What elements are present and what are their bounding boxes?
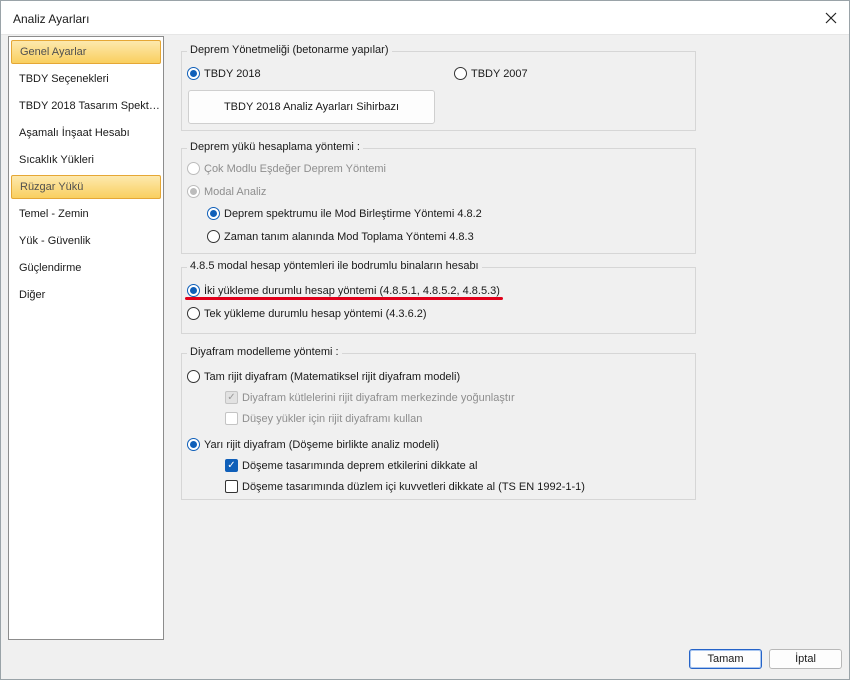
title-bar: Analiz Ayarları [1,1,849,35]
highlight-underline [185,297,503,300]
radio-label: Zaman tanım alanında Mod Toplama Yöntemi… [224,230,474,243]
checkbox-icon [225,480,238,493]
close-button[interactable] [817,5,845,31]
modal-analysis-radio[interactable]: Modal Analiz [187,185,266,198]
lump-mass-checkbox[interactable]: ✓ Diyafram kütlelerini rijit diyafram me… [225,391,515,404]
radio-icon [187,370,200,383]
tbdy-2018-radio[interactable]: TBDY 2018 [187,67,261,80]
radio-label: TBDY 2007 [471,67,528,80]
two-load-case-radio[interactable]: İki yükleme durumlu hesap yöntemi (4.8.5… [187,284,500,297]
sidebar-item-asamali-insaat[interactable]: Aşamalı İnşaat Hesabı [11,121,161,145]
radio-icon [454,67,467,80]
sidebar-item-yuk-guvenlik[interactable]: Yük - Güvenlik [11,229,161,253]
radio-label: Deprem spektrumu ile Mod Birleştirme Yön… [224,207,482,220]
sidebar-item-tbdy-2018-spektrum[interactable]: TBDY 2018 Tasarım Spektrumu [11,94,161,118]
radio-label: Modal Analiz [204,185,267,198]
checkbox-label: Döşeme tasarımında deprem etkilerini dik… [242,459,478,472]
analysis-settings-dialog: Analiz Ayarları Genel Ayarlar TBDY Seçen… [0,0,850,680]
checkmark-icon: ✓ [225,391,238,404]
close-icon [825,12,837,24]
radio-icon [207,230,220,243]
slab-seismic-effects-checkbox[interactable]: ✓ Döşeme tasarımında deprem etkilerini d… [225,459,477,472]
group-title: Deprem Yönetmeliği (betonarme yapılar) [187,44,392,56]
multi-mode-equivalent-radio[interactable]: Çok Modlu Eşdeğer Deprem Yöntemi [187,162,386,175]
single-load-case-radio[interactable]: Tek yükleme durumlu hesap yöntemi (4.3.6… [187,307,427,320]
sidebar-item-tbdy-secenekleri[interactable]: TBDY Seçenekleri [11,67,161,91]
sidebar-item-temel-zemin[interactable]: Temel - Zemin [11,202,161,226]
group-title: Deprem yükü hesaplama yöntemi : [187,141,363,153]
rigid-diaphragm-radio[interactable]: Tam rijit diyafram (Matematiksel rijit d… [187,370,460,383]
radio-icon [187,162,200,175]
tbdy-2007-radio[interactable]: TBDY 2007 [454,67,528,80]
radio-selected-icon [207,207,220,220]
radio-label: Çok Modlu Eşdeğer Deprem Yöntemi [204,162,386,175]
slab-in-plane-forces-checkbox[interactable]: Döşeme tasarımında düzlem içi kuvvetleri… [225,480,585,493]
window-title: Analiz Ayarları [13,12,90,26]
radio-label: Yarı rijit diyafram (Döşeme birlikte ana… [204,438,440,451]
checkbox-label: Diyafram kütlelerini rijit diyafram merk… [242,391,515,404]
radio-label: Tam rijit diyafram (Matematiksel rijit d… [204,370,461,383]
radio-selected-icon [187,284,200,297]
semi-rigid-diaphragm-radio[interactable]: Yarı rijit diyafram (Döşeme birlikte ana… [187,438,439,451]
analysis-wizard-button[interactable]: TBDY 2018 Analiz Ayarları Sihirbazı [188,90,435,124]
sidebar-item-guclendirme[interactable]: Güçlendirme [11,256,161,280]
sidebar-item-genel-ayarlar[interactable]: Genel Ayarlar [11,40,161,64]
vertical-load-rigid-checkbox[interactable]: Düşey yükler için rijit diyaframı kullan [225,412,422,425]
sidebar-item-diger[interactable]: Diğer [11,283,161,307]
checkbox-label: Düşey yükler için rijit diyaframı kullan [242,412,423,425]
ok-button[interactable]: Tamam [689,649,762,669]
time-history-radio[interactable]: Zaman tanım alanında Mod Toplama Yöntemi… [207,230,474,243]
radio-label: Tek yükleme durumlu hesap yöntemi (4.3.6… [204,307,427,320]
sidebar-item-sicaklik-yukleri[interactable]: Sıcaklık Yükleri [11,148,161,172]
sidebar-item-ruzgar-yuku[interactable]: Rüzgar Yükü [11,175,161,199]
radio-label: İki yükleme durumlu hesap yöntemi (4.8.5… [204,284,500,297]
group-title: 4.8.5 modal hesap yöntemleri ile bodruml… [187,260,482,272]
cancel-button[interactable]: İptal [769,649,842,669]
basement-method-group: 4.8.5 modal hesap yöntemleri ile bodruml… [181,260,696,334]
checkmark-icon: ✓ [225,459,238,472]
radio-label: TBDY 2018 [204,67,261,80]
radio-selected-icon [187,185,200,198]
settings-category-list: Genel Ayarlar TBDY Seçenekleri TBDY 2018… [8,36,164,640]
checkbox-icon [225,412,238,425]
radio-selected-icon [187,438,200,451]
checkbox-label: Döşeme tasarımında düzlem içi kuvvetleri… [242,480,585,493]
radio-selected-icon [187,67,200,80]
group-title: Diyafram modelleme yöntemi : [187,346,342,358]
radio-icon [187,307,200,320]
response-spectrum-radio[interactable]: Deprem spektrumu ile Mod Birleştirme Yön… [207,207,482,220]
